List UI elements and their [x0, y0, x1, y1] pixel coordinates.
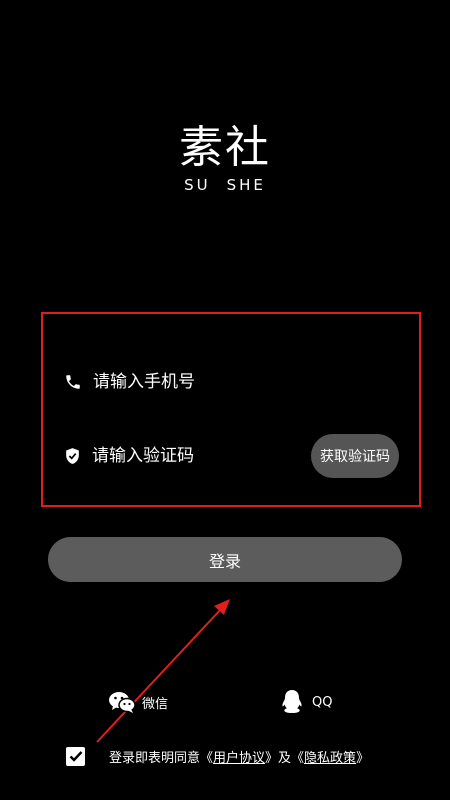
login-button[interactable]: 登录 — [48, 537, 402, 582]
app-logo: 素社 SU SHE — [0, 122, 450, 194]
wechat-icon — [108, 688, 136, 716]
verification-code-input[interactable] — [92, 446, 311, 466]
shield-check-icon — [63, 446, 82, 466]
agreement-row: 登录即表明同意《用户协议》及《隐私政策》 — [66, 744, 369, 768]
agreement-prefix: 登录即表明同意《 — [109, 750, 214, 766]
logo-english-right: SHE — [226, 176, 266, 194]
agreement-middle: 》及《 — [265, 750, 305, 766]
agreement-text: 登录即表明同意《用户协议》及《隐私政策》 — [109, 747, 369, 766]
logo-english-text: SU SHE — [0, 176, 450, 194]
privacy-policy-link[interactable]: 隐私政策 — [304, 751, 356, 766]
phone-input[interactable] — [93, 372, 399, 392]
phone-icon — [63, 372, 83, 392]
logo-chinese-text: 素社 — [179, 122, 271, 173]
phone-row — [63, 360, 399, 404]
login-form-highlight-box: 获取验证码 — [41, 312, 421, 507]
agreement-checkbox[interactable] — [66, 746, 85, 766]
user-agreement-link[interactable]: 用户协议 — [213, 751, 265, 766]
qq-icon — [278, 688, 306, 716]
logo-english-left: SU — [184, 176, 211, 194]
checkmark-icon — [69, 751, 82, 762]
get-code-button[interactable]: 获取验证码 — [311, 434, 399, 478]
wechat-login[interactable]: 微信 — [108, 688, 168, 716]
code-row: 获取验证码 — [63, 434, 399, 478]
agreement-suffix: 》 — [356, 750, 370, 766]
qq-login[interactable]: QQ — [278, 688, 332, 716]
qq-label: QQ — [312, 694, 333, 710]
wechat-label: 微信 — [142, 696, 169, 712]
